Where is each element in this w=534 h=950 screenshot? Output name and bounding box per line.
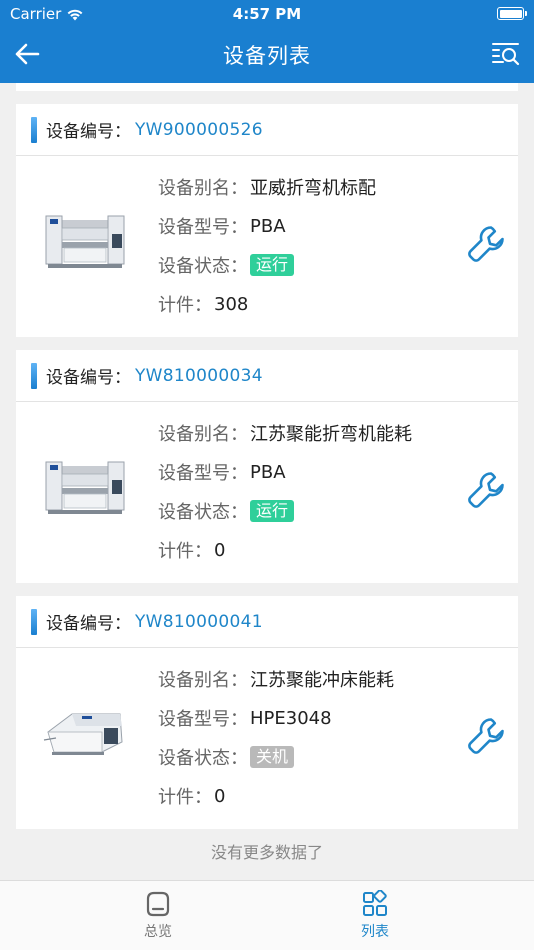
- model-value: PBA: [250, 215, 286, 237]
- device-code-label: 设备编号：: [46, 368, 131, 388]
- count-label: 计件：: [158, 541, 212, 562]
- nav-bar: 设备列表: [0, 28, 534, 83]
- device-code-label: 设备编号：: [46, 614, 131, 634]
- alias-value: 亚威折弯机标配: [250, 178, 376, 199]
- alias-row: 设备别名： 江苏聚能冲床能耗: [158, 666, 394, 692]
- no-more-data-text: 没有更多数据了: [210, 843, 323, 862]
- tab-bar: 总览 列表: [0, 880, 534, 950]
- device-code: YW810000041: [135, 611, 263, 632]
- header-accent-bar: [31, 608, 37, 635]
- battery-icon: [497, 7, 527, 20]
- model-row: 设备型号： HPE3048: [158, 705, 332, 731]
- count-row: 计件： 308: [158, 291, 248, 317]
- count-value: 0: [214, 785, 226, 807]
- status-badge: 关机: [250, 746, 295, 768]
- model-value: HPE3048: [250, 707, 332, 729]
- header-accent-bar: [31, 116, 37, 143]
- status-label: 设备状态：: [158, 748, 248, 769]
- status-row: 设备状态： 运行: [158, 498, 295, 524]
- count-row: 计件： 0: [158, 537, 225, 563]
- press-brake-image: [45, 461, 125, 514]
- model-row: 设备型号： PBA: [158, 459, 286, 485]
- device-code-label: 设备编号：: [46, 122, 131, 142]
- model-value: PBA: [250, 461, 286, 483]
- grid-list-icon: [363, 890, 387, 916]
- model-label: 设备型号：: [158, 709, 248, 730]
- count-row: 计件： 0: [158, 783, 225, 809]
- card-header: 设备编号： YW900000526: [16, 104, 518, 156]
- status-badge: 运行: [250, 500, 295, 522]
- count-label: 计件：: [158, 787, 212, 808]
- tab-list-label: 列表: [361, 924, 389, 940]
- status-row: 设备状态： 运行: [158, 252, 295, 278]
- alias-label: 设备别名：: [158, 178, 248, 199]
- card-body: 设备别名： 江苏聚能折弯机能耗 设备型号： PBA 设备状态： 运行 计件： 0: [16, 402, 518, 582]
- filter-search-button[interactable]: [490, 39, 522, 69]
- previous-card-edge: [16, 83, 518, 91]
- device-card[interactable]: 设备编号： YW810000041 设备别名： 江苏聚能冲床能耗 设备型号： H…: [16, 596, 518, 829]
- filter-search-icon: [492, 43, 520, 66]
- turret-punch-image: [43, 713, 123, 755]
- status-bar: Carrier 4:57 PM: [0, 0, 534, 28]
- status-badge: 运行: [250, 254, 295, 276]
- device-card[interactable]: 设备编号： YW900000526 设备别名： 亚威折弯机标配 设备型号： PB…: [16, 104, 518, 337]
- maintenance-button[interactable]: [464, 714, 508, 758]
- clock: 4:57 PM: [232, 5, 302, 23]
- overview-icon: [146, 891, 170, 917]
- alias-row: 设备别名： 江苏聚能折弯机能耗: [158, 420, 412, 446]
- count-label: 计件：: [158, 295, 212, 316]
- device-list[interactable]: 设备编号： YW900000526 设备别名： 亚威折弯机标配 设备型号： PB…: [0, 83, 534, 880]
- card-header: 设备编号： YW810000034: [16, 350, 518, 402]
- press-brake-image: [45, 215, 125, 268]
- status-label: 设备状态：: [158, 256, 248, 277]
- status-label: 设备状态：: [158, 502, 248, 523]
- model-row: 设备型号： PBA: [158, 213, 286, 239]
- alias-label: 设备别名：: [158, 424, 248, 445]
- count-value: 308: [214, 293, 249, 315]
- page-title: 设备列表: [223, 44, 311, 68]
- tab-overview[interactable]: 总览: [118, 889, 198, 941]
- tab-list[interactable]: 列表: [335, 889, 415, 941]
- wrench-icon: [468, 472, 504, 508]
- maintenance-button[interactable]: [464, 468, 508, 512]
- status-row: 设备状态： 关机: [158, 744, 295, 770]
- model-label: 设备型号：: [158, 463, 248, 484]
- app-header: Carrier 4:57 PM 设备列表: [0, 0, 534, 83]
- header-accent-bar: [31, 362, 37, 389]
- alias-value: 江苏聚能折弯机能耗: [250, 424, 412, 445]
- alias-row: 设备别名： 亚威折弯机标配: [158, 174, 376, 200]
- maintenance-button[interactable]: [464, 222, 508, 266]
- wrench-icon: [468, 226, 504, 262]
- wrench-icon: [468, 718, 504, 754]
- device-card[interactable]: 设备编号： YW810000034 设备别名： 江苏聚能折弯机能耗 设备型号：: [16, 350, 518, 583]
- device-code: YW900000526: [135, 119, 263, 140]
- card-body: 设备别名： 亚威折弯机标配 设备型号： PBA 设备状态： 运行 计件： 308: [16, 156, 518, 336]
- count-value: 0: [214, 539, 226, 561]
- alias-label: 设备别名：: [158, 670, 248, 691]
- tab-overview-label: 总览: [144, 924, 172, 940]
- device-code: YW810000034: [135, 365, 263, 386]
- alias-value: 江苏聚能冲床能耗: [250, 670, 394, 691]
- card-body: 设备别名： 江苏聚能冲床能耗 设备型号： HPE3048 设备状态： 关机 计件…: [16, 648, 518, 828]
- model-label: 设备型号：: [158, 217, 248, 238]
- card-header: 设备编号： YW810000041: [16, 596, 518, 648]
